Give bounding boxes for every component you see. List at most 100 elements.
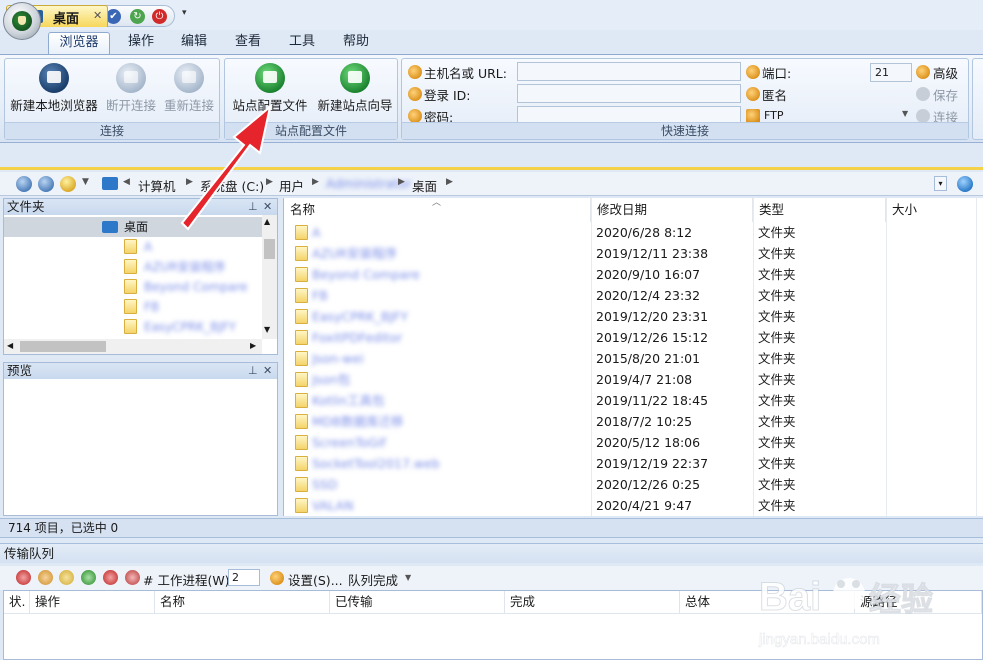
power-icon[interactable]: ⏻ — [152, 9, 167, 24]
refresh-icon[interactable]: ↻ — [130, 9, 145, 24]
work-processes-stepper[interactable]: 2 — [228, 569, 260, 586]
disconnect-button[interactable]: 断开连接 — [102, 63, 160, 121]
queue-completion-dropdown[interactable]: 队列完成 — [348, 570, 398, 589]
queue-column-operation[interactable]: 操作 — [30, 591, 155, 613]
port-input[interactable]: 21 — [870, 63, 912, 82]
up-folder-icon[interactable] — [60, 176, 76, 192]
file-type: 文件夹 — [758, 330, 796, 345]
scrollbar-thumb[interactable] — [20, 341, 106, 352]
queue-column-total[interactable]: 总体 — [680, 591, 855, 613]
pin-icon[interactable]: ⊥ — [248, 363, 258, 379]
tree-item[interactable]: AZUR安装程序 — [4, 257, 262, 277]
new-local-browser-label: 新建本地浏览器 — [10, 98, 98, 113]
tab-edit[interactable]: 编辑 — [168, 32, 220, 54]
folder-icon — [295, 330, 308, 345]
folders-tree[interactable]: 桌面 A AZUR安装程序 Beyond Compare FB EasyCPRK… — [3, 215, 278, 355]
tree-item[interactable]: A — [4, 237, 262, 257]
new-site-wizard-button[interactable]: 新建站点向导 — [313, 63, 397, 121]
tree-item[interactable]: Beyond Compare — [4, 277, 262, 297]
address-dropdown-icon[interactable]: ▾ — [934, 176, 947, 191]
file-name: SocketTool2017.web — [312, 456, 440, 471]
scroll-left-icon[interactable]: ◀ — [7, 341, 13, 350]
chevron-down-icon[interactable]: ▼ — [405, 573, 411, 582]
back-icon[interactable] — [16, 176, 32, 192]
table-row[interactable]: VALAN 2020/4/21 9:47 文件夹 — [284, 495, 983, 516]
close-icon[interactable]: ✕ — [93, 9, 102, 22]
remove-icon[interactable] — [103, 570, 118, 585]
tab-help[interactable]: 帮助 — [330, 32, 382, 54]
folders-pane-title: 文件夹 — [7, 199, 45, 214]
table-row[interactable]: Kotlin工具包 2019/11/22 18:45 文件夹 — [284, 390, 983, 411]
work-processes-value: 2 — [232, 571, 239, 584]
breadcrumb-users[interactable]: 用户 — [279, 176, 304, 195]
column-header-size[interactable]: 大小 — [886, 198, 983, 222]
queue-settings-button[interactable]: 设置(S)... — [288, 570, 343, 589]
protocol-select[interactable]: FTP — [764, 109, 784, 122]
customize-quick-access-icon[interactable]: ▾ — [182, 8, 187, 18]
new-local-browser-button[interactable]: 新建本地浏览器 — [7, 63, 101, 121]
forward-icon[interactable] — [38, 176, 54, 192]
table-row[interactable]: FB 2020/12/4 23:32 文件夹 — [284, 285, 983, 306]
host-input[interactable] — [517, 62, 741, 81]
preview-area — [3, 379, 278, 516]
horizontal-scrollbar[interactable]: ◀ ▶ — [4, 339, 262, 354]
save-button[interactable]: 保存 — [933, 85, 958, 104]
file-list[interactable]: 名称 ︿ 修改日期 类型 大小 A 2020/6/28 8:12 文件夹 AZUR安装… — [283, 198, 983, 516]
tab-operations[interactable]: 操作 — [115, 32, 167, 54]
start-icon[interactable] — [81, 570, 96, 585]
table-row[interactable]: AZUR安装程序 2019/12/11 23:38 文件夹 — [284, 243, 983, 264]
advanced-button[interactable]: 高级 — [933, 63, 958, 82]
transfer-queue-toolbar: # 工作进程(W) 2 设置(S)... 队列完成 ▼ — [0, 566, 983, 590]
table-row[interactable]: Beyond Compare 2020/9/10 16:07 文件夹 — [284, 264, 983, 285]
table-row[interactable]: MDB数据库迁移 2018/7/2 10:25 文件夹 — [284, 411, 983, 432]
skip-icon[interactable] — [38, 570, 53, 585]
pause-icon[interactable] — [59, 570, 74, 585]
column-header-date[interactable]: 修改日期 — [591, 198, 753, 222]
close-icon[interactable]: ✕ — [263, 363, 272, 379]
table-row[interactable]: FoxitPDFeditor 2019/12/26 15:12 文件夹 — [284, 327, 983, 348]
protocol-dropdown-icon[interactable]: ▼ — [902, 109, 908, 118]
stop-icon[interactable] — [16, 570, 31, 585]
scrollbar-thumb[interactable] — [264, 239, 275, 259]
queue-column-name[interactable]: 名称 — [155, 591, 330, 613]
tree-item-label: FB — [144, 300, 160, 314]
table-row[interactable]: SocketTool2017.web 2019/12/19 22:37 文件夹 — [284, 453, 983, 474]
ribbon-group-quick-connect: 主机名或 URL: 登录 ID: 密码: 端口: 21 匿名 FTP ▼ 高级 … — [401, 58, 969, 140]
tree-item[interactable]: FB — [4, 297, 262, 317]
transfer-queue-table[interactable]: 状. 操作 名称 已传输 完成 总体 源路径 — [3, 590, 983, 660]
table-row[interactable]: Json包 2019/4/7 21:08 文件夹 — [284, 369, 983, 390]
queue-column-transferred[interactable]: 已传输 — [330, 591, 505, 613]
anonymous-checkbox[interactable]: 匿名 — [762, 85, 787, 104]
scroll-right-icon[interactable]: ▶ — [250, 341, 256, 350]
login-input[interactable] — [517, 84, 741, 103]
reconnect-icon[interactable]: ✔ — [106, 9, 121, 24]
column-header-type[interactable]: 类型 — [753, 198, 886, 222]
refresh-icon[interactable] — [957, 176, 973, 192]
breadcrumb-desktop[interactable]: 桌面 — [412, 176, 437, 195]
document-tab-label: 桌面 — [53, 12, 80, 27]
table-row[interactable]: A 2020/6/28 8:12 文件夹 — [284, 222, 983, 243]
table-row[interactable]: SSD 2020/12/26 0:25 文件夹 — [284, 474, 983, 495]
file-date: 2020/9/10 16:07 — [596, 267, 701, 282]
chevron-down-icon[interactable]: ▼ — [82, 177, 89, 187]
remove-all-icon[interactable] — [125, 570, 140, 585]
red-arrow-shape — [180, 104, 272, 231]
file-type: 文件夹 — [758, 498, 796, 513]
file-date: 2015/8/20 21:01 — [596, 351, 701, 366]
connect-icon — [916, 109, 930, 123]
table-row[interactable]: Json-wei 2015/8/20 21:01 文件夹 — [284, 348, 983, 369]
table-row[interactable]: ScreenToGif 2020/5/12 18:06 文件夹 — [284, 432, 983, 453]
tab-view[interactable]: 查看 — [222, 32, 274, 54]
table-row[interactable]: EasyCPRK_BJFY 2019/12/20 23:31 文件夹 — [284, 306, 983, 327]
column-header-name[interactable]: 名称 ︿ — [284, 198, 591, 222]
scroll-down-icon[interactable]: ▼ — [264, 325, 270, 334]
breadcrumb-separator: ▶ — [312, 177, 319, 187]
tab-tools[interactable]: 工具 — [276, 32, 328, 54]
file-type: 文件夹 — [758, 246, 796, 261]
app-menu-orb-icon[interactable] — [3, 2, 41, 40]
queue-column-source-path[interactable]: 源路径 — [855, 591, 982, 613]
queue-column-status[interactable]: 状. — [4, 591, 30, 613]
tree-item[interactable]: EasyCPRK_BJFY — [4, 317, 262, 337]
tab-browser[interactable]: 浏览器 — [48, 32, 110, 54]
queue-column-complete[interactable]: 完成 — [505, 591, 680, 613]
